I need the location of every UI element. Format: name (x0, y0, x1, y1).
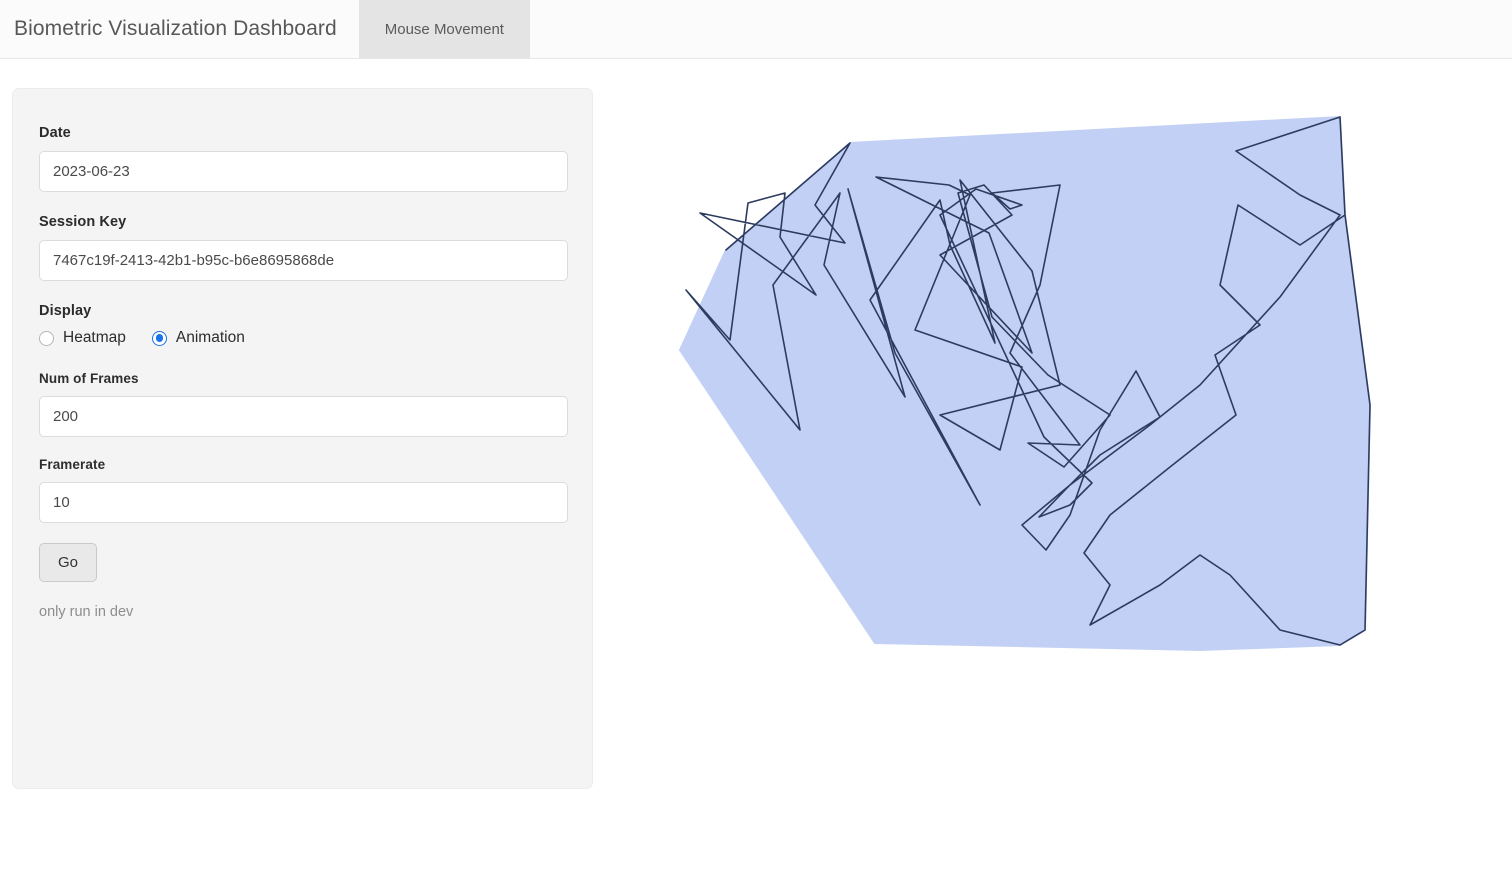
convex-hull-shape (678, 115, 1372, 652)
top-bar: Biometric Visualization Dashboard Mouse … (0, 0, 1512, 59)
framerate-field-group: Framerate (39, 457, 568, 523)
session-key-field-group: Session Key (39, 214, 568, 281)
control-panel: Date Session Key Display Heatmap Animati… (12, 88, 593, 789)
radio-label-heatmap: Heatmap (63, 329, 126, 346)
dev-note: only run in dev (39, 604, 134, 620)
mouse-movement-svg (678, 115, 1372, 652)
radio-option-heatmap[interactable]: Heatmap (39, 329, 126, 347)
num-frames-field-group: Num of Frames (39, 371, 568, 437)
radio-unchecked-icon (39, 330, 54, 346)
session-key-input[interactable] (39, 240, 568, 281)
display-field-group: Display Heatmap Animation (39, 303, 566, 347)
display-radio-group: Heatmap Animation (39, 329, 566, 347)
tab-mouse-movement[interactable]: Mouse Movement (358, 0, 530, 58)
framerate-label: Framerate (39, 457, 106, 472)
go-button[interactable]: Go (39, 543, 97, 582)
num-frames-label: Num of Frames (39, 371, 139, 386)
date-field-group: Date (39, 125, 568, 192)
app-title: Biometric Visualization Dashboard (14, 17, 337, 40)
radio-option-animation[interactable]: Animation (151, 329, 245, 347)
radio-label-animation: Animation (175, 329, 245, 346)
session-key-label: Session Key (39, 214, 127, 230)
date-input[interactable] (39, 151, 568, 192)
display-label: Display (39, 303, 92, 319)
num-frames-input[interactable] (39, 396, 568, 437)
radio-checked-icon (151, 330, 167, 346)
date-label: Date (39, 125, 71, 141)
tab-label: Mouse Movement (384, 20, 504, 38)
framerate-input[interactable] (39, 482, 568, 523)
mouse-movement-visualization (640, 85, 1420, 675)
